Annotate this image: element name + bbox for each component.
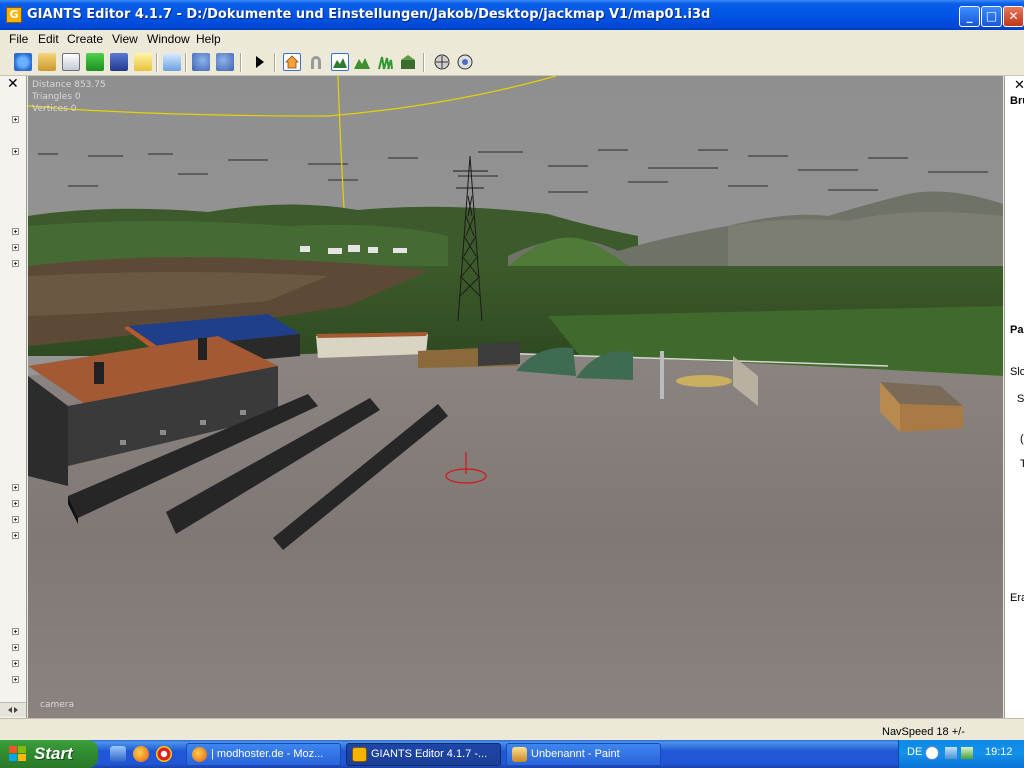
volume-icon[interactable]: [961, 747, 973, 759]
play-icon[interactable]: [250, 53, 268, 71]
clock[interactable]: 19:12: [985, 746, 1013, 758]
terrain-sculpt-icon[interactable]: [331, 53, 349, 71]
menu-file[interactable]: File: [9, 32, 28, 46]
hud-triangles: Triangles 0: [32, 92, 81, 102]
language-indicator[interactable]: DE: [907, 746, 922, 758]
tree-expander[interactable]: [12, 532, 19, 539]
close-button[interactable]: ✕: [1003, 6, 1024, 27]
horizontal-scrollbar[interactable]: [0, 702, 26, 717]
camera-label: camera: [40, 700, 74, 710]
tree-expander[interactable]: [12, 148, 19, 155]
navspeed-status: NavSpeed 18 +/-: [882, 726, 965, 738]
toolbar-separator: [156, 53, 158, 72]
tree-expander[interactable]: [12, 116, 19, 123]
menu-bar: File Edit Create View Window Help: [0, 30, 1024, 49]
paint-task-icon: [512, 747, 527, 762]
toolbar-separator: [423, 53, 425, 72]
refresh-icon[interactable]: [86, 53, 104, 71]
start-button[interactable]: Start: [0, 740, 98, 768]
tree-expander[interactable]: [12, 484, 19, 491]
toolbar-separator: [240, 53, 242, 72]
right-panel-close-icon[interactable]: ✕: [1014, 78, 1024, 93]
tree-expander[interactable]: [12, 660, 19, 667]
redo-icon[interactable]: [216, 53, 234, 71]
3d-viewport[interactable]: Distance 853.75 Triangles 0 Vertices 0 c…: [28, 76, 1003, 718]
detail-layer-icon[interactable]: [399, 53, 417, 71]
giants-app-icon: G: [6, 7, 22, 23]
navmesh-icon[interactable]: [433, 53, 451, 71]
slope-label: Slo: [1010, 366, 1024, 378]
tree-expander[interactable]: [12, 500, 19, 507]
firefox-icon[interactable]: [133, 746, 149, 762]
open-folder-icon[interactable]: [38, 53, 56, 71]
new-scene-icon[interactable]: [14, 53, 32, 71]
tree-expander[interactable]: [12, 228, 19, 235]
toolbar: [0, 49, 1024, 76]
tree-expander[interactable]: [12, 676, 19, 683]
terrain-paint-icon[interactable]: [353, 53, 371, 71]
tree-expander[interactable]: [12, 628, 19, 635]
giants-task-icon: [352, 747, 367, 762]
erase-label: Era: [1010, 592, 1024, 604]
scene-render: [28, 76, 1003, 718]
right-attributes-panel: ✕ Bru Pa Slo S ( T Era: [1004, 76, 1024, 718]
save-icon[interactable]: [110, 53, 128, 71]
import-icon[interactable]: [163, 53, 181, 71]
save-as-icon[interactable]: [134, 53, 152, 71]
tree-expander[interactable]: [12, 516, 19, 523]
left-panel-close-icon[interactable]: ✕: [7, 77, 19, 91]
task-paint[interactable]: Unbenannt - Paint: [506, 743, 661, 766]
left-tree-panel: [0, 76, 27, 718]
menu-help[interactable]: Help: [196, 32, 221, 46]
shader-icon[interactable]: [456, 53, 474, 71]
tree-expander[interactable]: [12, 260, 19, 267]
system-tray: DE 19:12: [898, 740, 1024, 768]
network-icon[interactable]: [945, 747, 957, 759]
magnet-icon[interactable]: [307, 53, 325, 71]
minimize-button[interactable]: _: [959, 6, 980, 27]
parameters-heading: Pa: [1010, 324, 1024, 336]
task-giants-editor[interactable]: GIANTS Editor 4.1.7 -...: [346, 743, 501, 766]
window-title: GIANTS Editor 4.1.7 - D:/Dokumente und E…: [27, 7, 711, 22]
t-label: T: [1020, 458, 1024, 470]
tree-expander[interactable]: [12, 244, 19, 251]
status-bar: [0, 718, 1024, 741]
foliage-paint-icon[interactable]: [376, 53, 394, 71]
hud-distance: Distance 853.75: [32, 80, 106, 90]
start-label: Start: [34, 744, 73, 763]
menu-view[interactable]: View: [112, 32, 138, 46]
undo-icon[interactable]: [192, 53, 210, 71]
brush-heading: Bru: [1010, 95, 1024, 107]
tray-expand-icon[interactable]: [925, 746, 939, 760]
s-label: S: [1017, 393, 1024, 405]
maximize-button[interactable]: □: [981, 6, 1002, 27]
show-desktop-icon[interactable]: [110, 746, 126, 762]
toolbar-separator: [185, 53, 187, 72]
document-icon[interactable]: [62, 53, 80, 71]
straw-pile: [676, 375, 732, 387]
tree-expander[interactable]: [12, 644, 19, 651]
hud-vertices: Vertices 0: [32, 104, 77, 114]
menu-edit[interactable]: Edit: [38, 32, 59, 46]
firefox-task-icon: [192, 747, 207, 762]
windows-logo-icon: [9, 746, 26, 761]
media-player-icon[interactable]: [156, 746, 172, 762]
menu-window[interactable]: Window: [147, 32, 190, 46]
toolbar-separator: [274, 53, 276, 72]
home-icon[interactable]: [283, 53, 301, 71]
task-firefox[interactable]: | modhoster.de - Moz...: [186, 743, 341, 766]
white-shed: [316, 332, 428, 358]
paren-label: (: [1020, 433, 1024, 445]
menu-create[interactable]: Create: [67, 32, 103, 46]
